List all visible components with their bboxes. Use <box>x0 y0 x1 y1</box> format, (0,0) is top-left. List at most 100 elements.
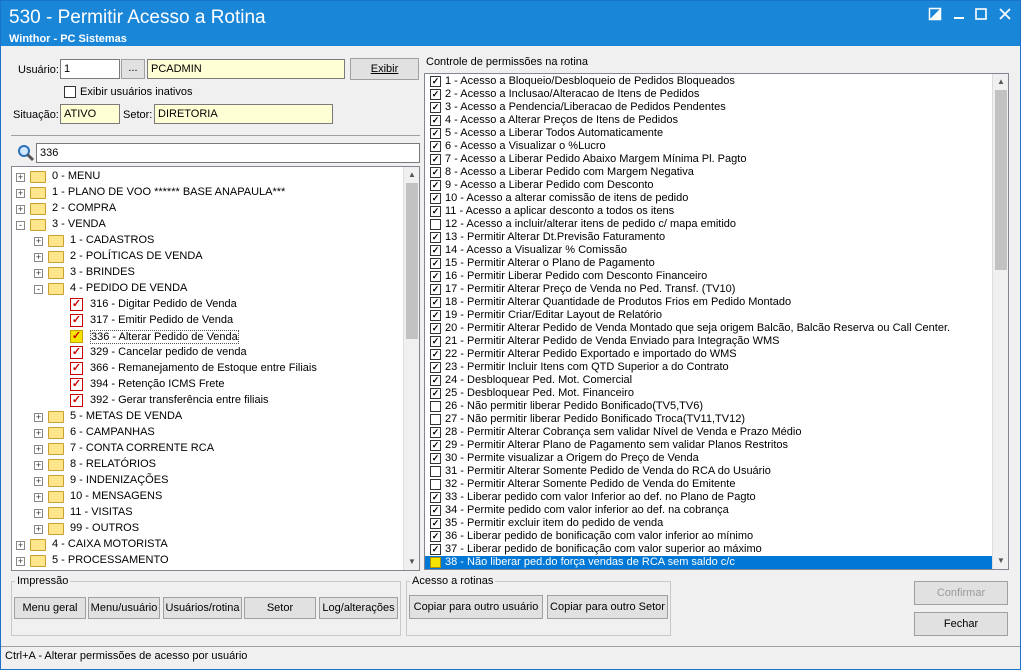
permission-item[interactable]: ✓ 36 - Liberar pedido de bonificação com … <box>425 530 992 543</box>
checkbox-unchecked-icon[interactable] <box>430 466 441 477</box>
permission-item[interactable]: ✓ 28 - Permitir Alterar Cobrança sem vali… <box>425 426 992 439</box>
checkbox-checked-icon[interactable]: ✓ <box>430 375 441 386</box>
expand-icon[interactable]: + <box>34 253 43 262</box>
permission-item[interactable]: ✓ 5 - Acesso a Liberar Todos Automaticame… <box>425 127 992 140</box>
checkbox-checked-icon[interactable]: ✓ <box>430 206 441 217</box>
tree-item[interactable]: - 4 - PEDIDO DE VENDA <box>12 281 402 297</box>
exibir-button[interactable]: Exibir <box>350 58 419 80</box>
checkbox-checked-icon[interactable]: ✓ <box>70 346 83 359</box>
usuario-lookup-button[interactable]: ... <box>121 59 145 79</box>
checkbox-checked-icon[interactable]: ✓ <box>430 115 441 126</box>
checkbox-unchecked-icon[interactable] <box>430 401 441 412</box>
collapse-icon[interactable]: - <box>34 285 43 294</box>
permission-item[interactable]: ✓ 19 - Permitir Criar/Editar Layout de Re… <box>425 309 992 322</box>
permission-item[interactable]: ✓ 18 - Permitir Alterar Quantidade de Pro… <box>425 296 992 309</box>
tree-item[interactable]: +10 - MENSAGENS <box>12 489 402 505</box>
tree-item[interactable]: +2 - POLÍTICAS DE VENDA <box>12 249 402 265</box>
checkbox-checked-icon[interactable]: ✓ <box>70 298 83 311</box>
permission-item[interactable]: 12 - Acesso a incluir/alterar itens de p… <box>425 218 992 231</box>
checkbox-checked-icon[interactable]: ✓ <box>430 427 441 438</box>
permission-item[interactable]: ✓ 34 - Permite pedido com valor inferior … <box>425 504 992 517</box>
tree-item[interactable]: +7 - CONTA CORRENTE RCA <box>12 441 402 457</box>
permission-item[interactable]: ✓ 33 - Liberar pedido com valor Inferior … <box>425 491 992 504</box>
checkbox-checked-icon[interactable]: ✓ <box>430 141 441 152</box>
expand-icon[interactable]: + <box>16 205 25 214</box>
setor-button[interactable]: Setor <box>244 597 316 619</box>
collapse-icon[interactable]: - <box>16 221 25 230</box>
tree-scrollbar[interactable]: ▲ ▼ <box>403 167 419 570</box>
tree-item[interactable]: ✓ 316 - Digitar Pedido de Venda <box>12 297 402 313</box>
tree-item[interactable]: +9 - INDENIZAÇÕES <box>12 473 402 489</box>
permission-item[interactable]: ✓ 13 - Permitir Alterar Dt.Previsão Fatur… <box>425 231 992 244</box>
tree-item[interactable]: ✓ 394 - Retenção ICMS Frete <box>12 377 402 393</box>
permission-item[interactable]: ✓ 20 - Permitir Alterar Pedido de Venda M… <box>425 322 992 335</box>
checkbox-unchecked-icon[interactable] <box>430 479 441 490</box>
tree-item[interactable]: +5 - METAS DE VENDA <box>12 409 402 425</box>
permission-item[interactable]: 31 - Permitir Alterar Somente Pedido de … <box>425 465 992 478</box>
expand-icon[interactable]: + <box>34 509 43 518</box>
permission-item[interactable]: 26 - Não permitir liberar Pedido Bonific… <box>425 400 992 413</box>
checkbox-checked-icon[interactable]: ✓ <box>430 544 441 555</box>
expand-icon[interactable]: + <box>34 237 43 246</box>
usuario-code-input[interactable]: 1 <box>60 59 120 79</box>
search-input[interactable]: 336 <box>36 143 420 163</box>
tree-item[interactable]: +3 - BRINDES <box>12 265 402 281</box>
expand-icon[interactable]: + <box>34 525 43 534</box>
tree-item[interactable]: +6 - CAMPANHAS <box>12 425 402 441</box>
tree-item[interactable]: ✓ 317 - Emitir Pedido de Venda <box>12 313 402 329</box>
permission-item[interactable]: 32 - Permitir Alterar Somente Pedido de … <box>425 478 992 491</box>
tree-item[interactable]: +5 - PROCESSAMENTO <box>12 553 402 569</box>
checkbox-unchecked-icon[interactable] <box>430 414 441 425</box>
expand-icon[interactable]: + <box>16 173 25 182</box>
checkbox-checked-icon[interactable]: ✓ <box>70 330 83 343</box>
tree-item[interactable]: ✓ 392 - Gerar transferência entre filiais <box>12 393 402 409</box>
checkbox-checked-icon[interactable]: ✓ <box>430 154 441 165</box>
permission-item[interactable]: ✓ 17 - Permitir Alterar Preço de Venda no… <box>425 283 992 296</box>
menu-usuario-button[interactable]: Menu/usuário <box>88 597 160 619</box>
expand-icon[interactable]: + <box>16 189 25 198</box>
expand-icon[interactable]: + <box>34 477 43 486</box>
permission-item[interactable]: ✓ 7 - Acesso a Liberar Pedido Abaixo Marg… <box>425 153 992 166</box>
scroll-up-icon[interactable]: ▲ <box>404 167 419 183</box>
permission-item[interactable]: ✓ 4 - Acesso a Alterar Preços de Itens de… <box>425 114 992 127</box>
permission-item[interactable]: 27 - Não permitir liberar Pedido Bonific… <box>425 413 992 426</box>
permission-item[interactable]: ✓ 1 - Acesso a Bloqueio/Desbloqueio de Pe… <box>425 75 992 88</box>
permission-item[interactable]: ✓ 37 - Liberar pedido de bonificação com … <box>425 543 992 556</box>
checkbox-checked-icon[interactable]: ✓ <box>430 492 441 503</box>
copiar-setor-button[interactable]: Copiar para outro Setor <box>547 595 668 619</box>
permission-item[interactable]: ✓ 35 - Permitir excluir item do pedido de… <box>425 517 992 530</box>
perm-scroll-down-icon[interactable]: ▼ <box>993 553 1008 569</box>
checkbox-checked-icon[interactable]: ✓ <box>70 314 83 327</box>
permissions-scrollbar[interactable]: ▲ ▼ <box>992 74 1008 569</box>
expand-icon[interactable]: + <box>16 541 25 550</box>
checkbox-checked-icon[interactable]: ✓ <box>430 180 441 191</box>
confirmar-button[interactable]: Confirmar <box>914 581 1008 605</box>
restore-icon[interactable] <box>925 7 945 27</box>
expand-icon[interactable]: + <box>16 557 25 566</box>
scroll-down-icon[interactable]: ▼ <box>404 554 419 570</box>
permission-item[interactable]: ✓ 14 - Acesso a Visualizar % Comissão <box>425 244 992 257</box>
tree-item[interactable]: +99 - OUTROS <box>12 521 402 537</box>
expand-icon[interactable]: + <box>34 429 43 438</box>
tree-item[interactable]: +1 - PLANO DE VOO ****** BASE ANAPAULA**… <box>12 185 402 201</box>
minimize-icon[interactable] <box>949 7 969 27</box>
permission-item[interactable]: ✓ 24 - Desbloquear Ped. Mot. Comercial <box>425 374 992 387</box>
expand-icon[interactable]: + <box>34 493 43 502</box>
permission-item[interactable]: ✓ 30 - Permite visualizar a Origem do Pre… <box>425 452 992 465</box>
tree-item[interactable]: +8 - RELATÓRIOS <box>12 457 402 473</box>
checkbox-checked-icon[interactable]: ✓ <box>430 89 441 100</box>
expand-icon[interactable]: + <box>34 461 43 470</box>
permission-item[interactable]: ✓ 23 - Permitir Incluir Itens com QTD Sup… <box>425 361 992 374</box>
checkbox-checked-icon[interactable]: ✓ <box>430 76 441 87</box>
expand-icon[interactable]: + <box>34 269 43 278</box>
permission-item[interactable]: ✓ 10 - Acesso a alterar comissão de itens… <box>425 192 992 205</box>
checkbox-checked-icon[interactable]: ✓ <box>430 310 441 321</box>
checkbox-checked-icon[interactable]: ✓ <box>430 453 441 464</box>
menu-geral-button[interactable]: Menu geral <box>14 597 86 619</box>
permission-item[interactable]: ✓ 15 - Permitir Alterar o Plano de Pagame… <box>425 257 992 270</box>
tree-item[interactable]: +4 - CAIXA MOTORISTA <box>12 537 402 553</box>
perm-scroll-up-icon[interactable]: ▲ <box>993 74 1008 90</box>
permission-item[interactable]: ✓ 25 - Desbloquear Ped. Mot. Financeiro <box>425 387 992 400</box>
checkbox-checked-icon[interactable]: ✓ <box>430 336 441 347</box>
maximize-icon[interactable] <box>971 7 991 27</box>
